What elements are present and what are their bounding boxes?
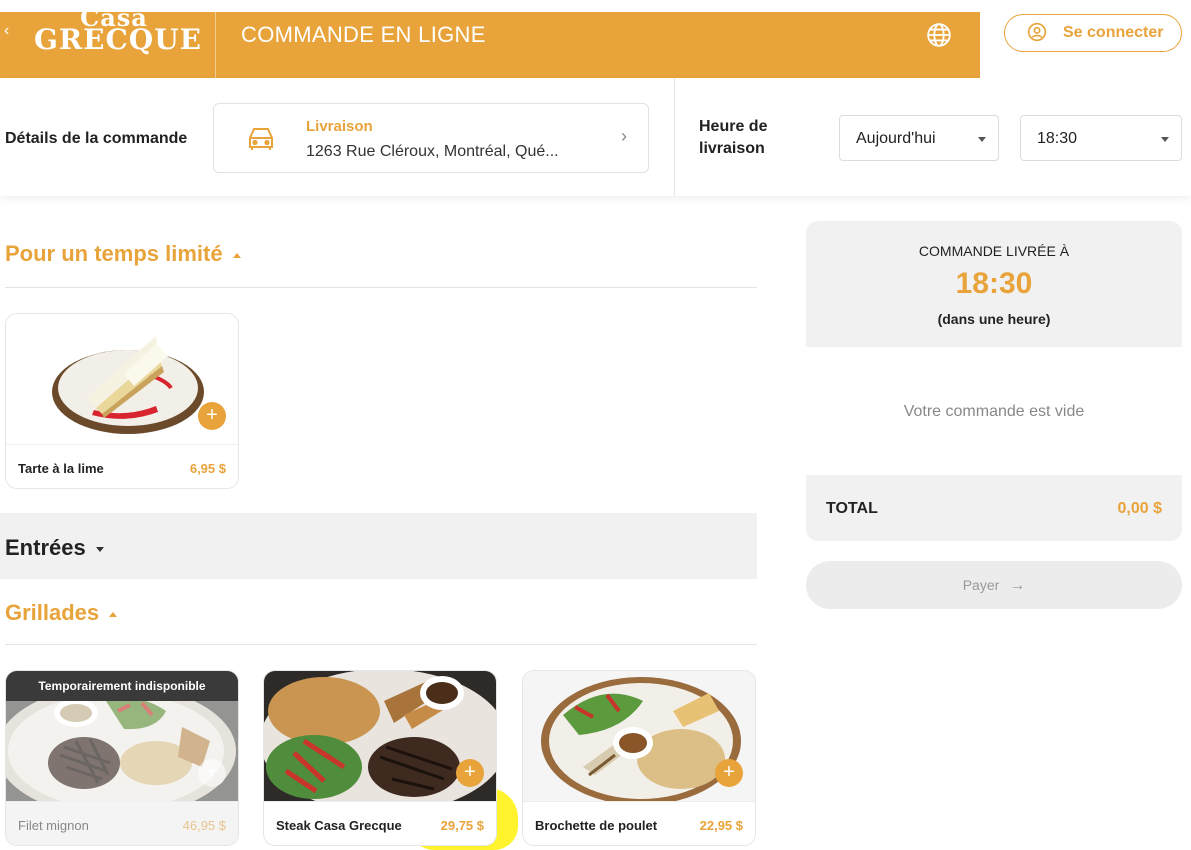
delivery-selector[interactable]: Livraison 1263 Rue Cléroux, Montréal, Qu… <box>213 103 649 173</box>
casa-grecque-logo[interactable]: Casa GRECQUE <box>34 6 202 62</box>
delivered-at-subtitle: (dans une heure) <box>937 311 1051 327</box>
item-name: Brochette de poulet <box>535 818 658 833</box>
order-details-bar: Détails de la commande Livraison 1263 Ru… <box>0 78 1191 196</box>
add-item-button[interactable]: + <box>198 759 226 787</box>
pay-label: Payer <box>962 577 1000 593</box>
delivery-time-select[interactable]: 18:30 <box>1020 115 1182 161</box>
delivery-time-label: Heure de livraison <box>699 116 767 160</box>
item-price: 46,95 $ <box>182 818 226 833</box>
order-bar-divider <box>674 78 675 196</box>
delivery-day-select[interactable]: Aujourd'hui <box>839 115 999 161</box>
section-limited-toggle[interactable]: Pour un temps limité <box>5 241 241 267</box>
page-title: COMMANDE EN LIGNE <box>241 22 486 47</box>
item-price: 6,95 $ <box>189 461 226 476</box>
back-chevron-icon[interactable]: ‹ <box>4 22 9 40</box>
order-summary-panel: COMMANDE LIVRÉE À 18:30 (dans une heure)… <box>806 221 1182 541</box>
delivery-time-value: 18:30 <box>1037 130 1078 147</box>
section-grillades-toggle[interactable]: Grillades <box>5 600 118 626</box>
order-details-label: Détails de la commande <box>5 130 188 147</box>
delivery-time-label-line1: Heure de <box>699 118 768 135</box>
section-entrees-header: Entrées <box>5 535 104 561</box>
chevron-right-icon: › <box>621 126 627 146</box>
delivery-type: Livraison <box>306 118 373 135</box>
menu-item-card[interactable]: + Tarte à la lime 6,95 $ <box>5 313 239 489</box>
login-label: Se connecter <box>1063 24 1164 41</box>
caret-down-icon <box>1161 137 1169 142</box>
delivery-time-label-line2: livraison <box>699 140 765 157</box>
item-price: 22,95 $ <box>699 818 743 833</box>
section-limited-title: Pour un temps limité <box>5 241 223 266</box>
section-divider <box>5 644 757 645</box>
unavailable-badge: Temporairement indisponible <box>6 671 238 701</box>
item-image-steak: + <box>264 671 496 801</box>
caret-down-icon <box>95 546 104 552</box>
add-item-button[interactable]: + <box>715 759 743 787</box>
delivery-day-value: Aujourd'hui <box>856 130 936 147</box>
section-entrees-title: Entrées <box>5 535 86 560</box>
total-label: TOTAL <box>826 500 878 517</box>
arrow-right-icon: → <box>1009 577 1026 594</box>
car-icon <box>249 128 273 150</box>
empty-cart-message: Votre commande est vide <box>903 403 1085 420</box>
card-footer: Tarte à la lime 6,95 $ <box>6 444 238 488</box>
login-button[interactable]: Se connecter <box>1004 14 1182 52</box>
item-name: Tarte à la lime <box>18 461 104 476</box>
item-name: Filet mignon <box>18 818 89 833</box>
caret-down-icon <box>978 137 986 142</box>
item-image-tarte: + <box>6 314 238 444</box>
add-item-button[interactable]: + <box>198 402 226 430</box>
cart-total-row: TOTAL 0,00 $ <box>806 475 1182 541</box>
delivery-time-summary: COMMANDE LIVRÉE À 18:30 (dans une heure) <box>806 221 1182 347</box>
caret-up-icon <box>109 611 118 617</box>
pay-button[interactable]: Payer → <box>806 561 1182 609</box>
section-entrees-toggle[interactable]: Entrées <box>0 513 757 579</box>
total-value: 0,00 $ <box>1117 500 1162 517</box>
globe-icon[interactable] <box>926 22 952 48</box>
card-footer: Steak Casa Grecque 29,75 $ <box>264 801 496 845</box>
user-circle-icon <box>1027 22 1047 42</box>
card-footer: Filet mignon 46,95 $ <box>6 801 238 845</box>
menu-item-card[interactable]: Temporairement indisponible + Filet mign… <box>5 670 239 846</box>
item-name: Steak Casa Grecque <box>276 818 402 833</box>
header-divider <box>215 12 216 78</box>
logo-line-2: GRECQUE <box>34 23 202 56</box>
cart-contents: Votre commande est vide <box>806 347 1182 475</box>
section-divider <box>5 287 757 288</box>
delivered-at-label: COMMANDE LIVRÉE À <box>918 243 1070 259</box>
item-price: 29,75 $ <box>440 818 484 833</box>
item-image-brochette: + <box>523 671 755 801</box>
caret-up-icon <box>232 252 241 258</box>
menu-item-card[interactable]: + Steak Casa Grecque 29,75 $ <box>263 670 497 846</box>
delivered-at-time: 18:30 <box>955 267 1033 300</box>
section-grillades-title: Grillades <box>5 600 100 625</box>
add-item-button[interactable]: + <box>456 759 484 787</box>
menu-item-card[interactable]: + Brochette de poulet 22,95 $ <box>522 670 756 846</box>
delivery-address: 1263 Rue Cléroux, Montréal, Qué... <box>306 143 559 160</box>
card-footer: Brochette de poulet 22,95 $ <box>523 801 755 845</box>
